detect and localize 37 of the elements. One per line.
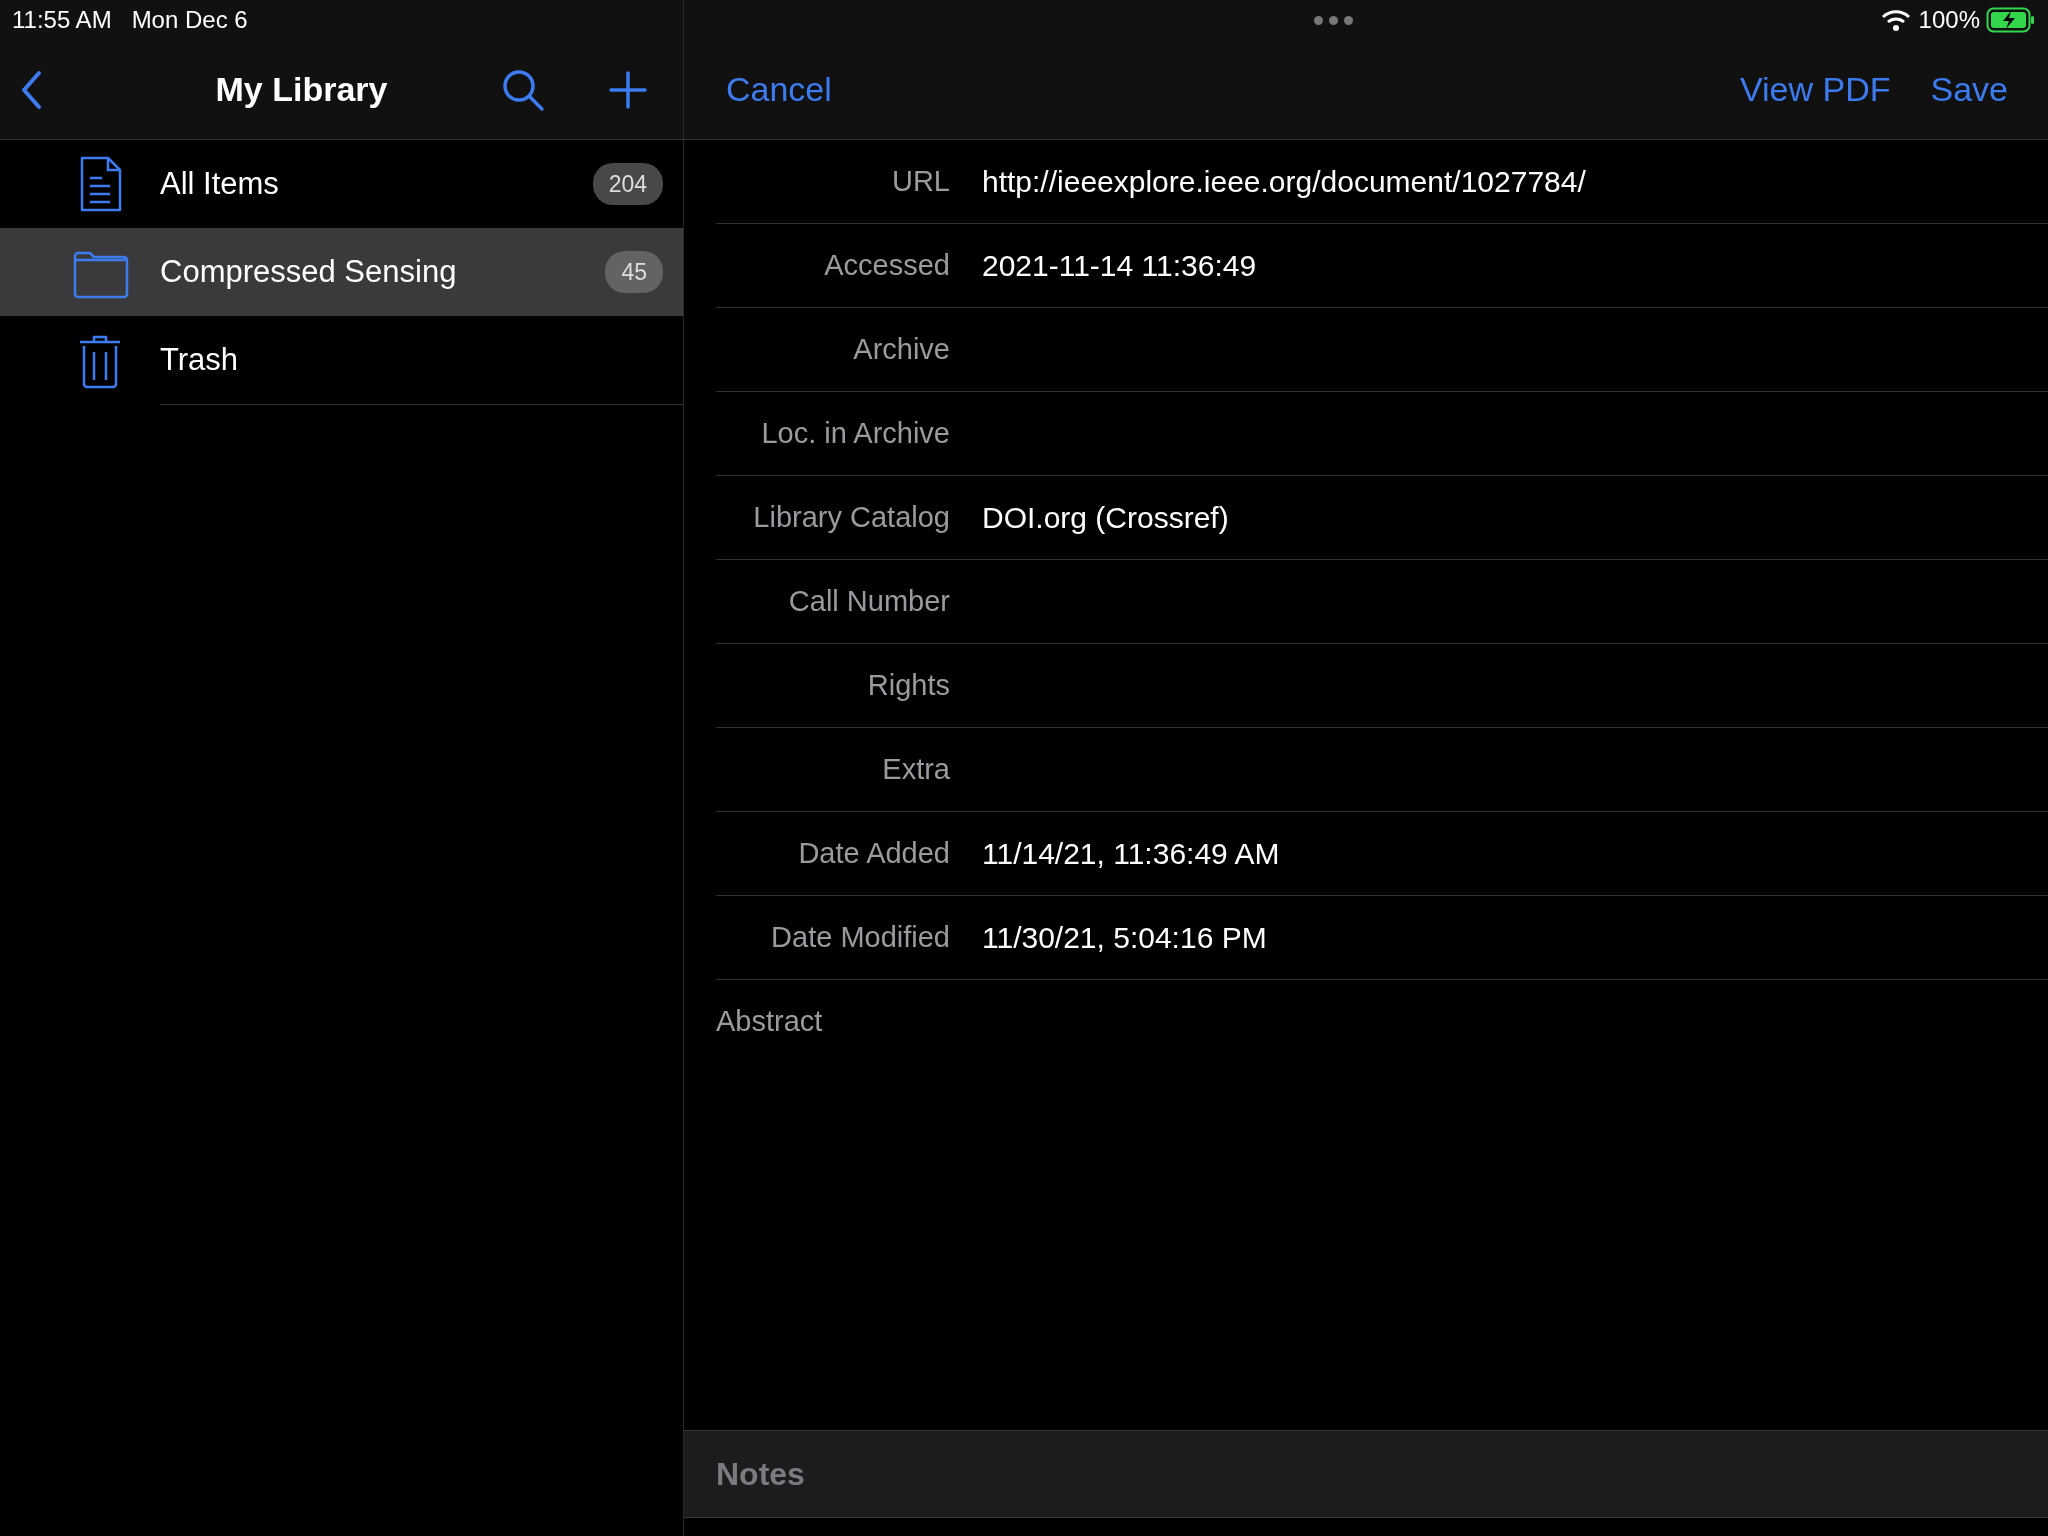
collection-row[interactable]: Compressed Sensing 45 <box>0 228 683 316</box>
field-label: Archive <box>852 331 950 367</box>
field-value[interactable]: 11/30/21, 5:04:16 PM <box>982 915 1267 960</box>
wifi-icon <box>1880 8 1911 32</box>
item-count: 204 <box>592 162 663 206</box>
field-value[interactable]: 2021-11-14 11:36:49 <box>982 243 1257 288</box>
collection-label: Compressed Sensing <box>160 252 458 291</box>
field-label: Rights <box>866 667 950 703</box>
field-value[interactable]: http://ieeexplore.ieee.org/document/1027784/ <box>982 159 1586 204</box>
search-icon[interactable] <box>501 67 545 112</box>
collection-row[interactable]: Trash <box>0 316 683 404</box>
back-icon[interactable] <box>20 69 42 110</box>
field-label: Loc. in Archive <box>760 415 950 451</box>
field-label: Extra <box>881 751 950 787</box>
field-value[interactable]: 11/14/21, 11:36:49 AM <box>982 831 1280 876</box>
add-icon[interactable] <box>609 70 647 109</box>
field-label: URL <box>891 163 950 199</box>
battery-icon <box>1986 7 2036 33</box>
collection-label: All Items <box>160 164 280 203</box>
collection-label: Trash <box>160 340 240 379</box>
field-label: Call Number <box>787 583 950 619</box>
field-label: Date Modified <box>770 919 950 955</box>
battery-percent: 100% <box>1918 5 1980 35</box>
save-button[interactable]: Save <box>1930 64 2008 115</box>
cancel-button[interactable]: Cancel <box>726 64 832 115</box>
notes-header: Notes <box>716 1455 805 1494</box>
field-label: Accessed <box>823 247 950 283</box>
view-pdf-button[interactable]: View PDF <box>1739 64 1891 115</box>
status-date: Mon Dec 6 <box>131 5 248 35</box>
abstract-label: Abstract <box>716 1004 824 1039</box>
item-count: 45 <box>605 250 663 294</box>
field-value[interactable]: DOI.org (Crossref) <box>982 495 1229 540</box>
nav-title: My Library <box>215 70 388 108</box>
field-label: Date Added <box>797 835 950 871</box>
field-label: Library Catalog <box>752 499 950 535</box>
status-time: 11:55 AM <box>12 5 112 35</box>
collection-row[interactable]: All Items 204 <box>0 140 683 228</box>
